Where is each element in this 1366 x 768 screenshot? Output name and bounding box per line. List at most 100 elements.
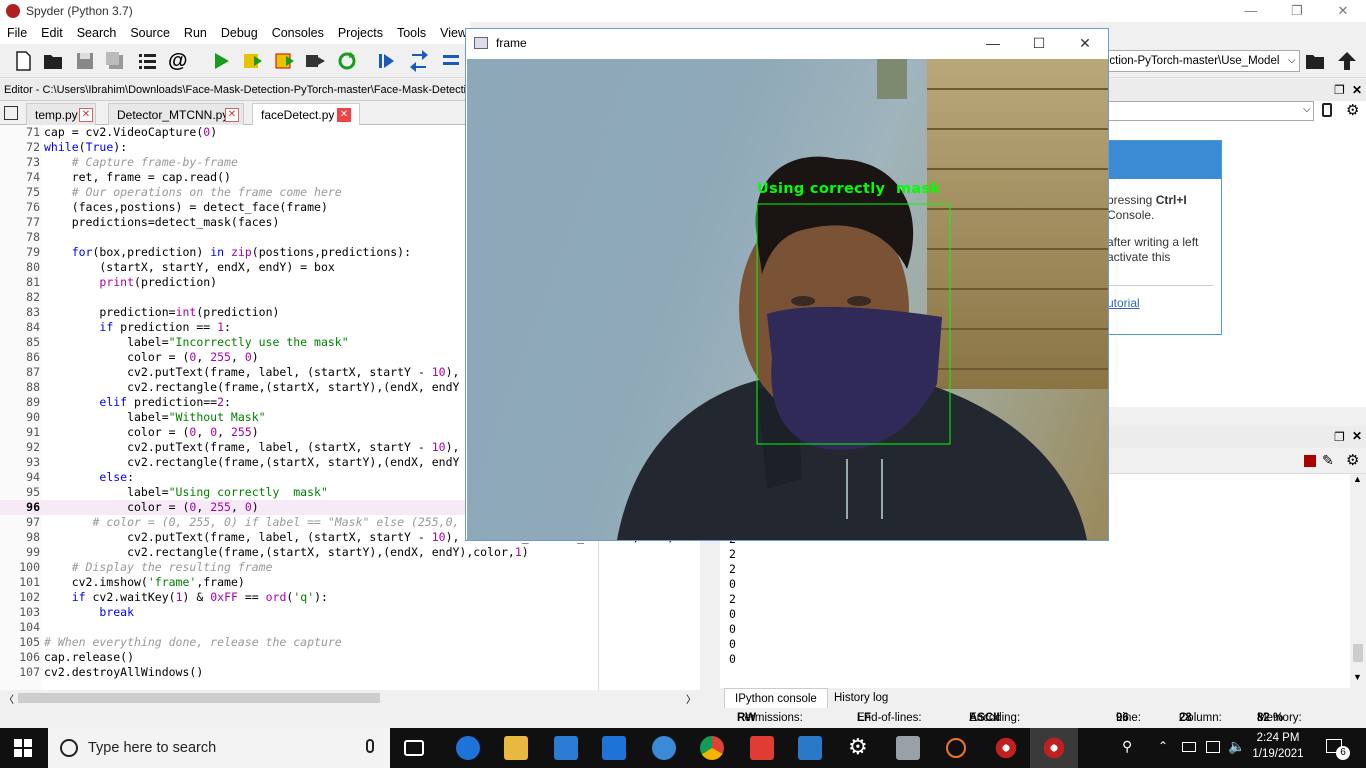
remote-desktop-icon[interactable]: [798, 736, 822, 760]
status-bar: Permissions: RW End-of-lines: LF Encodin…: [0, 708, 1366, 728]
webcam-video-frame: Using correctly mask: [467, 59, 1108, 540]
maximize-button[interactable]: ☐: [1016, 29, 1062, 58]
clock-time[interactable]: 2:24 PM: [1248, 732, 1308, 744]
tab-label: temp.py: [35, 108, 78, 122]
windows-start-icon[interactable]: [14, 739, 32, 757]
step-icon[interactable]: [408, 50, 430, 72]
chrome-icon[interactable]: [700, 736, 724, 760]
scroll-up-icon[interactable]: ▲: [1353, 474, 1362, 484]
close-tab-icon[interactable]: ✕: [79, 108, 93, 122]
taskbar-search-box[interactable]: Type here to search: [48, 728, 390, 768]
edge-browser-icon[interactable]: [456, 736, 480, 760]
store-icon[interactable]: [554, 736, 578, 760]
run-cell-advance-icon[interactable]: [274, 50, 296, 72]
open-folder-icon[interactable]: [42, 50, 64, 72]
run-cell-icon[interactable]: [242, 50, 264, 72]
parent-directory-icon[interactable]: [1336, 50, 1358, 72]
stop-kernel-icon[interactable]: [1304, 455, 1316, 467]
help-text-line3: after writing a left: [1107, 235, 1199, 249]
scroll-left-icon[interactable]: 〈: [4, 691, 14, 706]
webcam-scene: [617, 59, 1108, 540]
lock-icon[interactable]: [1322, 103, 1332, 117]
network-icon[interactable]: [1206, 741, 1220, 753]
clear-console-icon[interactable]: ✎: [1322, 452, 1334, 469]
volume-icon[interactable]: 🔈: [1228, 738, 1245, 755]
menu-run[interactable]: Run: [177, 26, 214, 40]
clock-date[interactable]: 1/19/2021: [1248, 748, 1308, 760]
step-into-icon[interactable]: [440, 50, 462, 72]
app-swirl-icon[interactable]: [652, 736, 676, 760]
battery-icon[interactable]: [1182, 742, 1196, 752]
detection-label: Using correctly mask: [757, 181, 941, 197]
close-tab-icon[interactable]: ✕: [337, 108, 351, 122]
microphone-icon[interactable]: [366, 739, 374, 753]
menu-search[interactable]: Search: [70, 26, 124, 40]
menu-debug[interactable]: Debug: [214, 26, 265, 40]
chevron-down-icon[interactable]: ⌵: [1288, 55, 1296, 66]
spyder-active-icon[interactable]: [1042, 736, 1066, 760]
tab-temp-py[interactable]: temp.py ✕: [26, 103, 96, 125]
close-button[interactable]: ✕: [1320, 0, 1366, 22]
close-tab-icon[interactable]: ✕: [225, 108, 239, 122]
menu-edit[interactable]: Edit: [34, 26, 70, 40]
run-icon[interactable]: [210, 50, 232, 72]
tab-history-log[interactable]: History log: [824, 688, 898, 708]
tab-detector-mtcnn-py[interactable]: Detector_MTCNN.py ✕: [108, 103, 244, 125]
close-pane-icon[interactable]: ✕: [1352, 429, 1362, 443]
at-sign-icon[interactable]: @: [168, 50, 190, 72]
browse-folder-icon[interactable]: [1304, 50, 1326, 72]
tab-facedetect-py[interactable]: faceDetect.py ✕: [252, 103, 360, 125]
status-memory-label: Memory:: [1257, 712, 1302, 724]
menu-consoles[interactable]: Consoles: [265, 26, 331, 40]
anydesk-icon[interactable]: [750, 736, 774, 760]
undock-icon[interactable]: ❐: [1334, 79, 1345, 101]
scroll-right-icon[interactable]: 〉: [686, 691, 696, 706]
menu-projects[interactable]: Projects: [331, 26, 390, 40]
save-icon[interactable]: [74, 50, 96, 72]
editor-horizontal-scrollbar[interactable]: 〈 〉: [0, 690, 700, 706]
tutorial-link[interactable]: utorial: [1107, 285, 1213, 311]
console-tabs: IPython console History log: [720, 688, 1366, 708]
run-selection-icon[interactable]: [304, 50, 326, 72]
photos-icon[interactable]: [896, 736, 920, 760]
gear-icon[interactable]: ⚙: [1346, 451, 1359, 469]
frame-window[interactable]: frame — ☐ ✕ Using correctly mask: [465, 28, 1109, 541]
outline-icon[interactable]: [136, 50, 158, 72]
search-icon: [60, 739, 78, 757]
minimize-button[interactable]: —: [970, 29, 1016, 58]
tab-ipython-console[interactable]: IPython console: [724, 688, 828, 708]
browse-tabs-icon[interactable]: [4, 106, 18, 120]
jupyter-icon[interactable]: [946, 738, 966, 758]
debug-icon[interactable]: [376, 50, 398, 72]
restore-button[interactable]: ❐: [1274, 0, 1320, 22]
menu-tools[interactable]: Tools: [390, 26, 433, 40]
spyder-taskbar-icon[interactable]: [994, 736, 1018, 760]
save-all-icon[interactable]: [104, 50, 126, 72]
mail-icon[interactable]: [602, 736, 626, 760]
people-icon[interactable]: ⚲: [1122, 738, 1132, 755]
help-source-combo[interactable]: ⌵: [1108, 101, 1314, 121]
task-view-icon[interactable]: [404, 740, 424, 756]
scroll-thumb[interactable]: [1353, 644, 1363, 662]
gear-icon[interactable]: ⚙: [1346, 101, 1359, 119]
file-explorer-icon[interactable]: [504, 736, 528, 760]
console-vertical-scrollbar[interactable]: ▲ ▼: [1350, 474, 1366, 688]
chevron-up-icon[interactable]: ⌃: [1158, 739, 1168, 753]
working-directory-combo[interactable]: ection-PyTorch-master\Use_Model: [1100, 50, 1300, 72]
settings-gear-icon[interactable]: ⚙: [848, 734, 868, 760]
new-file-icon[interactable]: [12, 50, 34, 72]
console-output-line: 0: [729, 637, 736, 651]
close-pane-icon[interactable]: ✕: [1352, 79, 1362, 101]
chevron-down-icon[interactable]: ⌵: [1303, 104, 1311, 115]
scroll-down-icon[interactable]: ▼: [1353, 672, 1362, 682]
menu-source[interactable]: Source: [123, 26, 177, 40]
frame-window-titlebar[interactable]: frame — ☐ ✕: [466, 29, 1108, 58]
scroll-thumb[interactable]: [18, 693, 380, 703]
minimize-button[interactable]: —: [1228, 0, 1274, 22]
console-output-line: 2: [729, 562, 736, 576]
windows-taskbar: Type here to search ⚙ ⚲ ⌃ 🔈 2:24 PM 1/19…: [0, 728, 1366, 768]
menu-file[interactable]: File: [0, 26, 34, 40]
close-button[interactable]: ✕: [1062, 29, 1108, 58]
rerun-icon[interactable]: [336, 50, 358, 72]
undock-icon[interactable]: ❐: [1334, 430, 1345, 444]
